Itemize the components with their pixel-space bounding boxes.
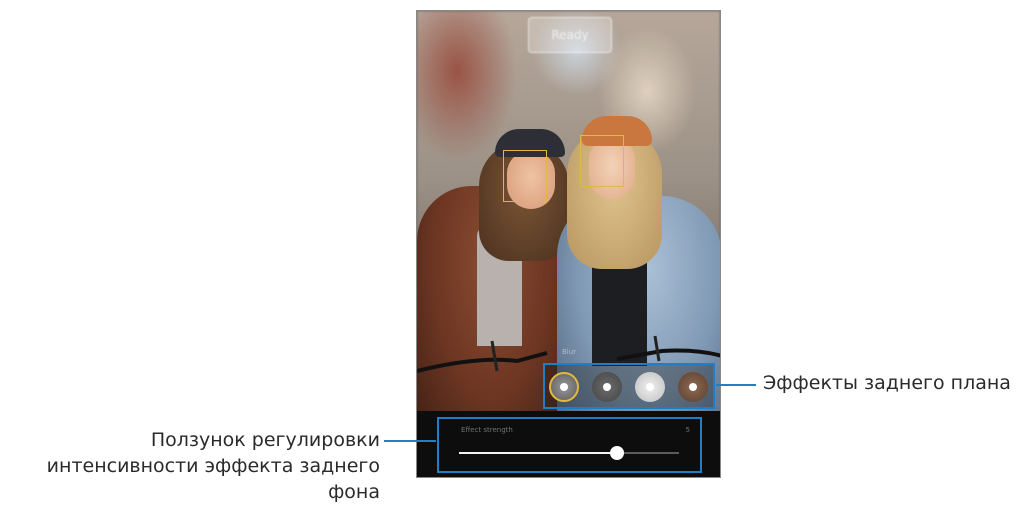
bokeh-label: Blur [562, 348, 577, 356]
effect-zoom-button[interactable] [678, 372, 708, 402]
effects-callout-label: Эффекты заднего плана [763, 372, 1011, 394]
ready-status-button[interactable]: Ready [528, 17, 612, 53]
effect-blur-icon [560, 383, 568, 391]
slider-callout-line-3: фона [328, 481, 380, 503]
effect-big-circle-icon [603, 383, 611, 391]
slider-callout-label: Ползунок регулировки интенсивности эффек… [0, 427, 380, 505]
effects-callout-line [716, 384, 756, 386]
effect-color-point-button[interactable] [635, 372, 665, 402]
slider-value: 5 [685, 426, 690, 434]
effect-zoom-icon [689, 383, 697, 391]
face-detection-box-left [503, 150, 547, 202]
effect-strength-slider[interactable] [459, 446, 679, 460]
camera-preview: Ready Blur Effect strength 5 [416, 10, 721, 478]
slider-label: Effect strength [461, 426, 513, 434]
effect-strength-slider-panel: Effect strength 5 [437, 417, 702, 473]
effect-big-circle-button[interactable] [592, 372, 622, 402]
face-detection-box-right [580, 135, 624, 187]
effect-blur-button[interactable] [549, 372, 579, 402]
slider-callout-line-1: Ползунок регулировки [150, 429, 380, 451]
slider-callout-line [384, 440, 436, 442]
background-effects-selector [543, 363, 715, 409]
slider-thumb[interactable] [610, 446, 625, 460]
slider-callout-line-2: интенсивности эффекта заднего [46, 455, 380, 477]
effect-color-point-icon [646, 383, 654, 391]
slider-fill [459, 452, 618, 454]
